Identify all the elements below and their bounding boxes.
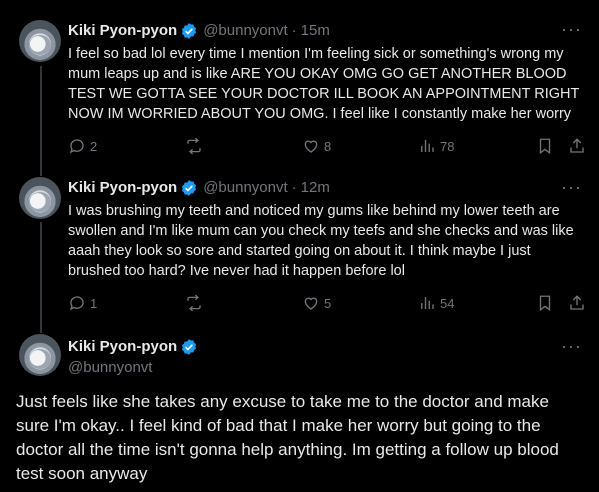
like-button[interactable]: 8 (302, 137, 331, 155)
bookmark-button[interactable] (536, 294, 558, 312)
reply-button[interactable]: 1 (68, 294, 97, 312)
reply-count: 2 (90, 138, 98, 154)
thread-line (40, 66, 42, 176)
speech-bubble-icon (69, 296, 84, 311)
view-count: 54 (440, 295, 455, 311)
reply-button[interactable]: 2 (68, 137, 97, 155)
heart-icon (304, 297, 318, 310)
bookmark-icon (539, 295, 551, 312)
thread-line (40, 222, 42, 333)
more-horizontal-icon[interactable]: ··· (561, 20, 581, 38)
separator-dot: · (291, 22, 297, 39)
display-name[interactable]: Kiki Pyon-pyon (68, 337, 177, 357)
bookmark-icon (539, 138, 551, 155)
tweet-text: I was brushing my teeth and noticed my g… (68, 203, 578, 279)
like-button[interactable]: 5 (302, 294, 331, 312)
tweet-text: Just feels like she takes any excuse to … (16, 392, 559, 483)
bar-chart-icon (421, 297, 434, 309)
display-name[interactable]: Kiki Pyon-pyon (68, 178, 177, 198)
author-block: Kiki Pyon-pyon @bunnyonvt (68, 337, 203, 378)
heart-icon (304, 140, 318, 153)
tweet-actions: 1 5 54 (68, 294, 588, 314)
share-button[interactable] (568, 137, 590, 155)
tweet-header: Kiki Pyon-pyon @bunnyonvt · 15m (68, 21, 330, 41)
verified-badge-icon (182, 180, 197, 196)
handle[interactable]: @bunnyonvt (68, 358, 203, 378)
more-horizontal-icon[interactable]: ··· (561, 178, 581, 196)
handle[interactable]: @bunnyonvt (203, 21, 287, 41)
share-button[interactable] (568, 294, 590, 312)
author-name-row: Kiki Pyon-pyon (68, 337, 203, 357)
timestamp[interactable]: 15m (301, 21, 330, 41)
speech-bubble-icon (69, 139, 84, 154)
share-icon (570, 295, 584, 310)
retweet-button[interactable] (185, 137, 207, 155)
handle[interactable]: @bunnyonvt (203, 178, 287, 198)
retweet-icon (187, 137, 201, 155)
timestamp[interactable]: 12m (301, 178, 330, 198)
separator-dot: · (291, 179, 297, 196)
reply-count: 1 (90, 295, 98, 311)
bookmark-button[interactable] (536, 137, 558, 155)
tweet-header: Kiki Pyon-pyon @bunnyonvt · 12m (68, 178, 330, 198)
share-icon (570, 138, 584, 153)
like-count: 5 (324, 295, 332, 311)
views-button[interactable]: 78 (418, 137, 454, 155)
retweet-icon (187, 294, 201, 312)
avatar[interactable] (19, 20, 61, 62)
more-horizontal-icon[interactable]: ··· (561, 337, 581, 355)
like-count: 8 (324, 138, 332, 154)
verified-badge-icon (182, 23, 197, 39)
view-count: 78 (440, 138, 455, 154)
views-button[interactable]: 54 (418, 294, 454, 312)
avatar[interactable] (19, 177, 61, 219)
tweet-actions: 2 8 78 (68, 137, 588, 157)
display-name[interactable]: Kiki Pyon-pyon (68, 21, 177, 41)
retweet-button[interactable] (185, 294, 207, 312)
tweet-text: I feel so bad lol every time I mention I… (68, 46, 584, 122)
bar-chart-icon (421, 140, 434, 152)
verified-badge-icon (182, 339, 197, 355)
avatar[interactable] (19, 334, 61, 376)
